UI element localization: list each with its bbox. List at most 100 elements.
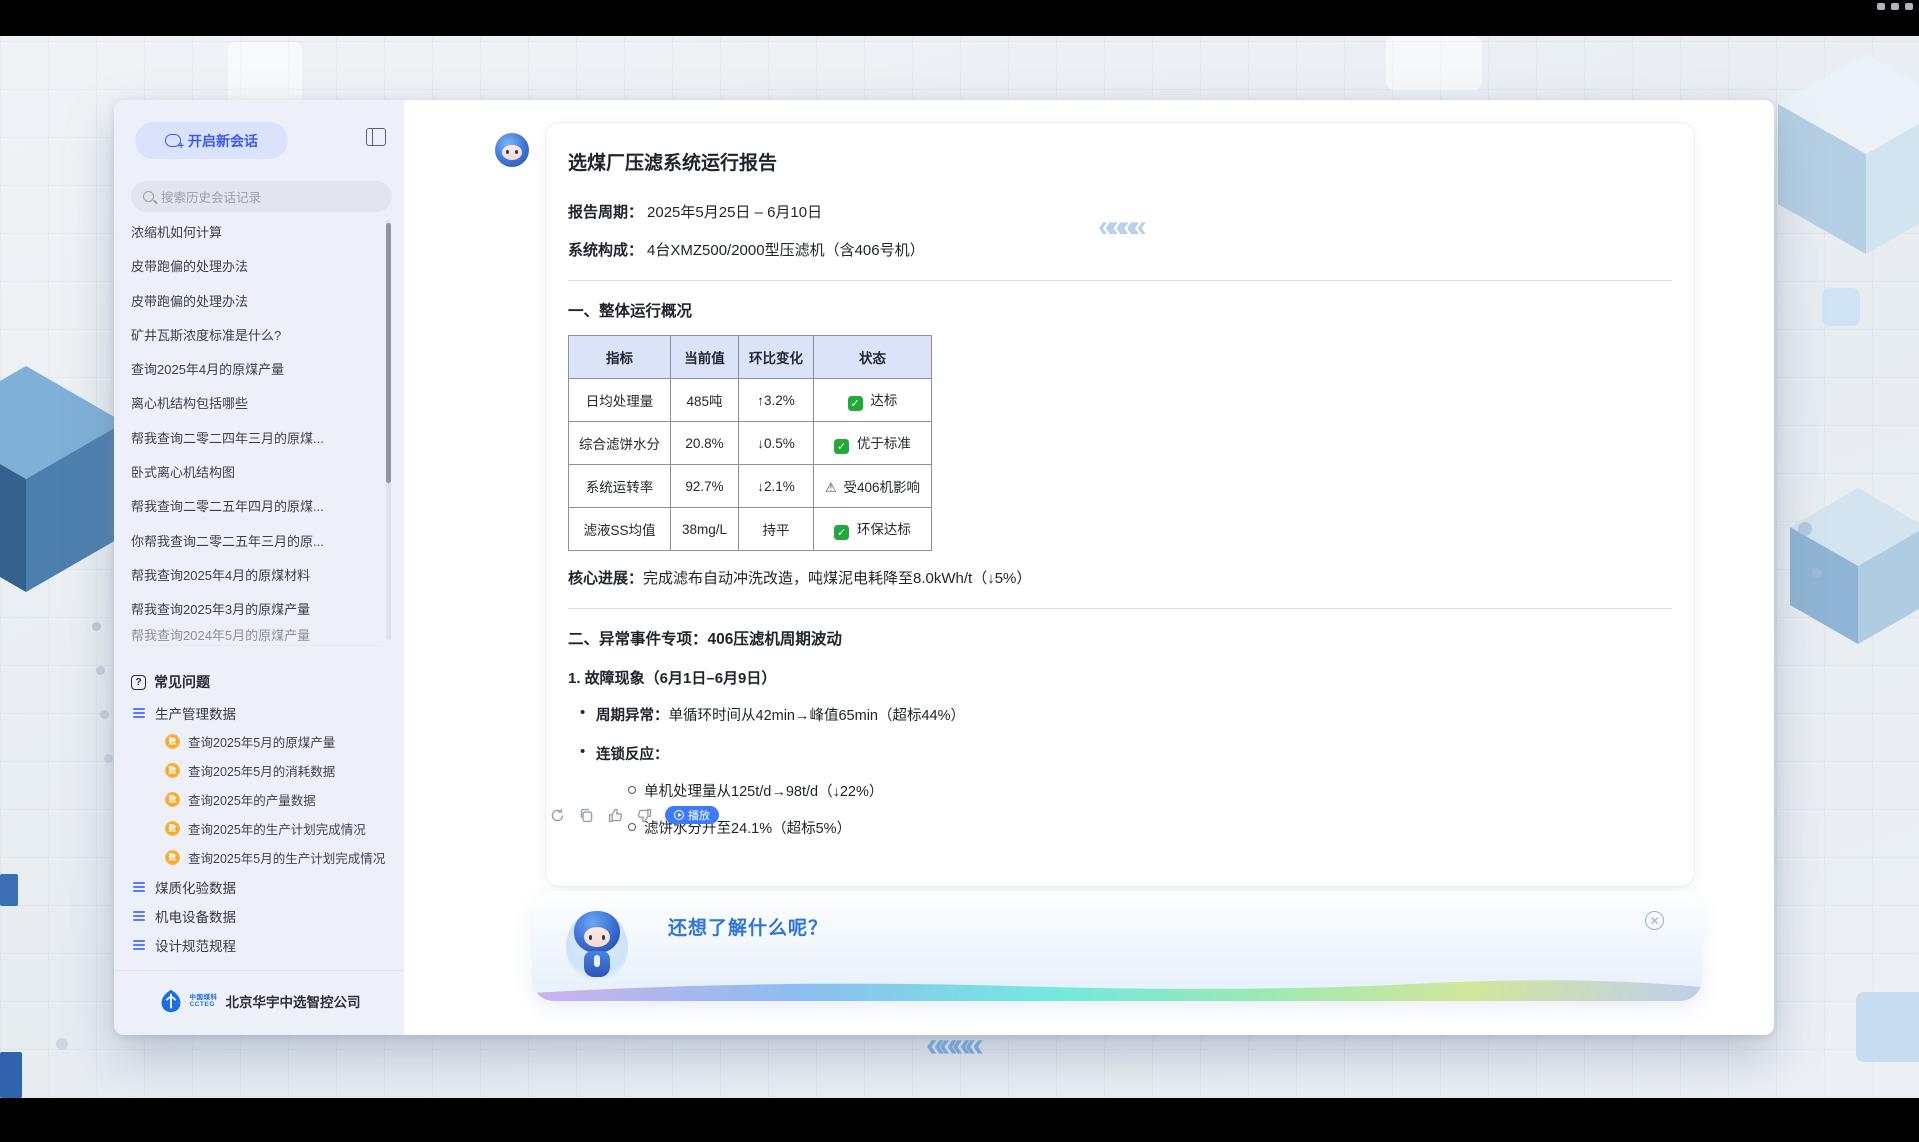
faq-section-label: 机电设备数据 [155,906,236,926]
history-item[interactable]: 你帮我查询二零二五年三月的原... [131,525,383,559]
history-item[interactable]: 帮我查询2024年5月的原煤产量 [131,628,383,646]
play-label: 播放 [688,807,710,823]
history-item[interactable]: 皮带跑偏的处理办法 [131,285,383,319]
ccteg-brand-text: 中国煤科 CCTEG [190,994,218,1008]
faq-section[interactable]: 设计规范规程 [131,930,389,959]
faq-question[interactable]: 数查询2025年5月的原煤产量 [131,727,389,756]
titlebar-mini-icons [1877,3,1913,10]
history-item[interactable]: 皮带跑偏的处理办法 [131,250,383,284]
thumbs-down-icon[interactable] [636,807,653,824]
app-window: 开启新会话 搜索历史会话记录 浓缩机如何计算皮带跑偏的处理办法皮带跑偏的处理办法… [114,100,1774,1035]
dot-decoration [104,754,113,763]
bullet-chain-reaction: 连锁反应： 单机处理量从125t/d→98t/d（↓22%） 滤饼水分升至24.… [596,743,1672,838]
history-item[interactable]: 矿井瓦斯浓度标准是什么? [131,319,383,353]
mic-icon [1891,3,1899,10]
search-placeholder: 搜索历史会话记录 [161,187,261,206]
thumbs-up-icon[interactable] [607,807,624,824]
section1-title: 一、整体运行概况 [568,299,1672,321]
history-item[interactable]: 帮我查询二零二五年四月的原煤... [131,490,383,524]
search-history-input[interactable]: 搜索历史会话记录 [131,181,392,212]
history-item[interactable]: 帮我查询2025年3月的原煤产量 [131,593,383,627]
faq-question-label: 查询2025年的生产计划完成情况 [188,819,366,838]
faq-question[interactable]: 数查询2025年5月的生产计划完成情况 [131,843,389,872]
report-card: 选煤厂压滤系统运行报告 报告周期：2025年5月25日 – 6月10日 系统构成… [545,122,1695,887]
table-row: 滤液SS均值38mg/L持平✓ 环保达标 [569,508,932,551]
table-cell: 92.7% [671,465,739,508]
faq-question[interactable]: 数查询2025年的生产计划完成情况 [131,814,389,843]
history-item[interactable]: 卧式离心机结构图 [131,456,383,490]
core-progress: 核心进展：完成滤布自动冲洗改造，吨煤泥电耗降至8.0kWh/t（↓5%） [568,567,1672,588]
background-square [0,1052,22,1098]
table-cell: 系统运转率 [569,465,671,508]
table-cell: ↑3.2% [739,379,814,422]
table-status-cell: ✓ 环保达标 [814,508,932,551]
faq-section[interactable]: 煤质化验数据 [131,872,389,901]
dot-decoration [100,710,109,719]
faq-header[interactable]: ? 常见问题 [131,666,389,698]
history-item[interactable]: 离心机结构包括哪些 [131,387,383,421]
data-coin-icon: 数 [165,792,180,807]
background-square [1856,992,1919,1062]
faq-question-label: 查询2025年的产量数据 [188,790,316,809]
sub-bullet: 滤饼水分升至24.1%（超标5%） [644,817,1672,838]
check-icon: ✓ [848,396,863,411]
dot-decoration [1812,568,1822,578]
table-cell: 20.8% [671,422,739,465]
history-item[interactable]: 查询2025年4月的原煤产量 [131,353,383,387]
faq-title: 常见问题 [154,672,210,692]
table-status-cell: ✓ 达标 [814,379,932,422]
report-title: 选煤厂压滤系统运行报告 [568,148,1672,175]
rainbow-wave-decoration [532,973,1702,1001]
bullet-cycle-anomaly: 周期异常：单循环时间从42min→峰值65min（超标44%） [596,704,1672,725]
faq-section-label: 设计规范规程 [155,935,236,955]
play-button[interactable]: 播放 [665,806,719,824]
table-header-cell: 环比变化 [739,336,814,379]
faq-question-label: 查询2025年5月的生产计划完成情况 [188,848,385,867]
faq-question[interactable]: 数查询2025年的产量数据 [131,785,389,814]
table-cell: 38mg/L [671,508,739,551]
list-icon [133,940,145,942]
collapse-sidebar-icon[interactable] [366,128,386,146]
history-item[interactable]: 浓缩机如何计算 [131,216,383,250]
message-actions: 播放 [549,806,719,824]
regenerate-icon[interactable] [549,807,566,824]
faq-question[interactable]: 数查询2025年5月的消耗数据 [131,756,389,785]
history-scrollbar-track[interactable] [386,220,391,640]
table-cell: 485吨 [671,379,739,422]
table-row: 系统运转率92.7%↓2.1%⚠ 受406机影响 [569,465,932,508]
copy-icon[interactable] [578,807,595,824]
table-cell: 持平 [739,508,814,551]
table-header-row: 指标当前值环比变化状态 [569,336,932,379]
more-icon [1905,3,1913,10]
data-coin-icon: 数 [165,850,180,865]
cube-decoration [0,366,124,592]
close-icon[interactable]: ✕ [1645,911,1664,930]
table-cell: ↓2.1% [739,465,814,508]
sub-bullet: 单机处理量从125t/d→98t/d（↓22%） [644,780,1672,801]
history-item[interactable]: 帮我查询二零二四年三月的原煤... [131,422,383,456]
history-scrollbar-thumb[interactable] [386,223,391,483]
faq-sections: 生产管理数据数查询2025年5月的原煤产量数查询2025年5月的消耗数据数查询2… [131,698,389,959]
warning-icon: ⚠ [825,480,837,495]
faq-section[interactable]: 机电设备数据 [131,901,389,930]
history-item[interactable]: 帮我查询2025年4月的原煤材料 [131,559,383,593]
faq-section[interactable]: 生产管理数据 [131,698,389,727]
new-chat-button[interactable]: 开启新会话 [135,122,288,159]
table-header-cell: 指标 [569,336,671,379]
history-list: 浓缩机如何计算皮带跑偏的处理办法皮带跑偏的处理办法矿井瓦斯浓度标准是什么?查询2… [131,216,383,678]
cube-decoration [1790,488,1919,644]
new-chat-icon [165,134,181,147]
table-cell: 综合滤饼水分 [569,422,671,465]
background-square [0,874,18,906]
followup-prompt-card[interactable]: 还想了解什么呢？ ✕ [532,891,1702,1001]
question-icon: ? [131,675,146,690]
report-period: 报告周期：2025年5月25日 – 6月10日 [568,201,1672,222]
faq-section-label: 生产管理数据 [155,703,236,723]
faq-section-label: 煤质化验数据 [155,877,236,897]
table-header-cell: 当前值 [671,336,739,379]
background-square [1386,36,1482,90]
fault-bullets: 周期异常：单循环时间从42min→峰值65min（超标44%） 连锁反应： 单机… [568,704,1672,838]
dot-decoration [92,622,101,631]
divider [568,280,1672,281]
table-cell: 日均处理量 [569,379,671,422]
